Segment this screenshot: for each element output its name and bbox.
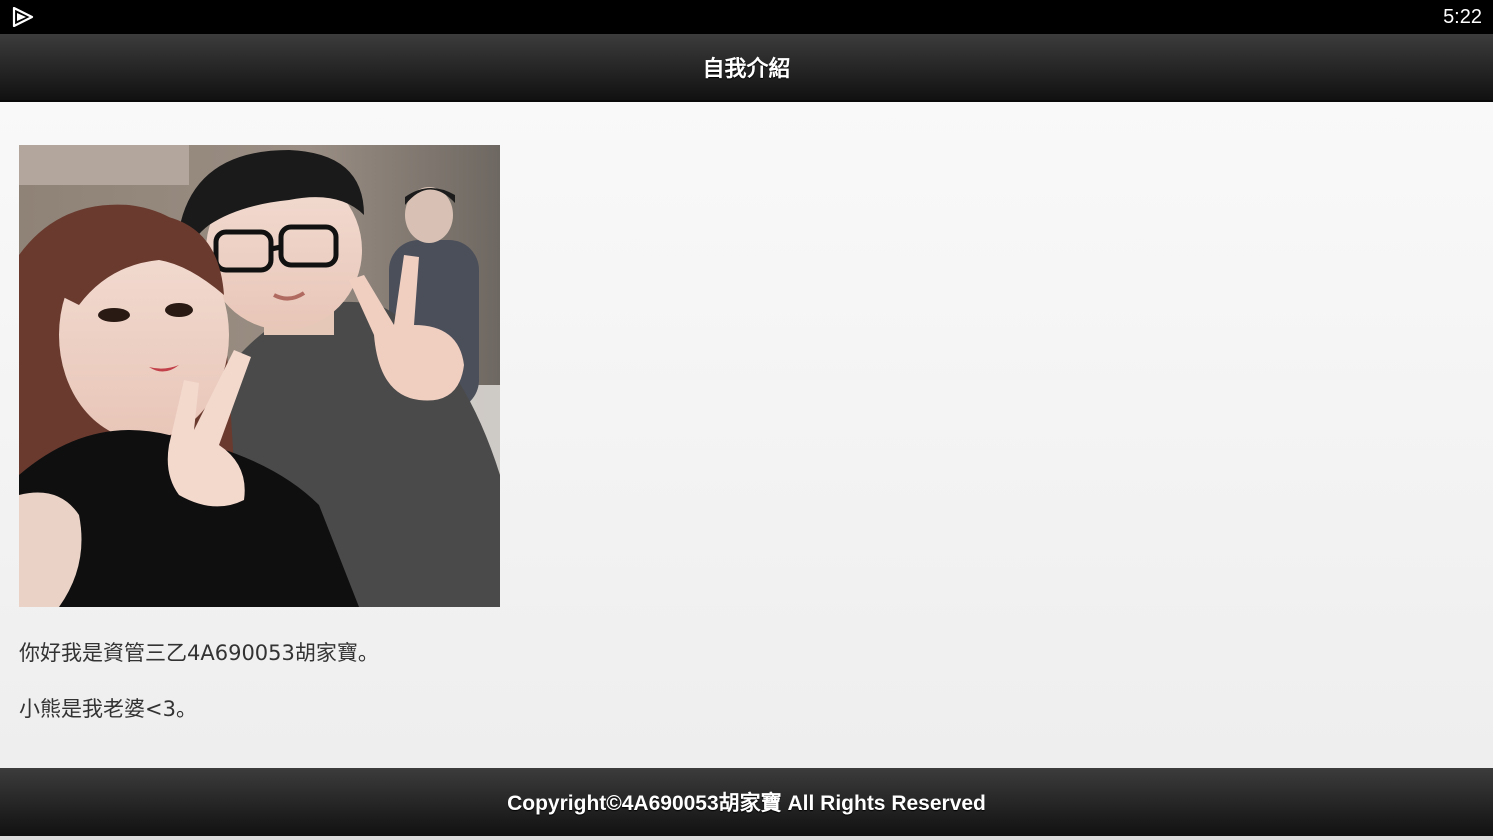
play-icon	[12, 7, 34, 27]
page-title: 自我介紹	[702, 57, 791, 82]
main-content: 你好我是資管三乙4A690053胡家寶。 小熊是我老婆<3。	[0, 102, 1493, 768]
intro-paragraph: 你好我是資管三乙4A690053胡家寶。	[19, 641, 379, 665]
copyright-text: Copyright©4A690053胡家寶 All Rights Reserve…	[507, 792, 986, 815]
intro-paragraph: 小熊是我老婆<3。	[19, 697, 197, 721]
bottom-edge	[0, 836, 1493, 840]
status-bar: 5:22	[0, 0, 1493, 34]
page-footer: Copyright©4A690053胡家寶 All Rights Reserve…	[0, 768, 1493, 836]
page-header: 自我介紹	[0, 34, 1493, 102]
status-clock: 5:22	[1443, 6, 1482, 28]
profile-photo	[19, 145, 500, 607]
